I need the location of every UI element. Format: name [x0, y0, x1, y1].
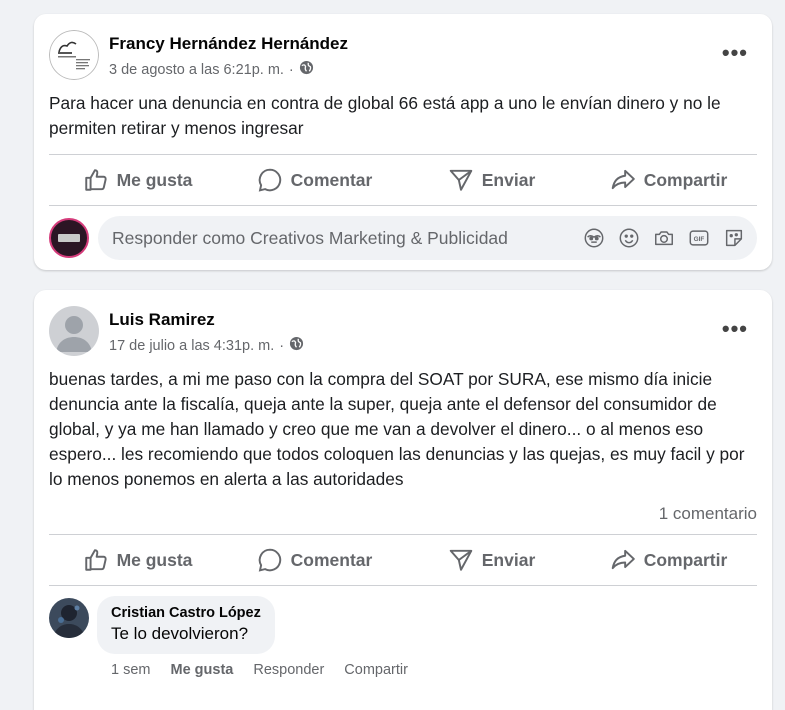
- comment-bubble: Cristian Castro López Te lo devolvieron?: [97, 596, 275, 654]
- send-button[interactable]: Enviar: [403, 155, 580, 205]
- more-options-button[interactable]: •••: [722, 316, 748, 342]
- like-button[interactable]: Me gusta: [49, 155, 226, 205]
- post-timestamp[interactable]: 17 de julio a las 4:31p. m.: [109, 338, 274, 354]
- post-author[interactable]: Francy Hernández Hernández: [109, 34, 348, 54]
- share-arrow-icon: [611, 169, 635, 190]
- comment-actions: 1 sem Me gusta Responder Compartir: [111, 662, 408, 678]
- divider: [49, 585, 757, 586]
- commenter-name[interactable]: Cristian Castro López: [111, 605, 261, 621]
- globe-icon: [299, 60, 314, 79]
- author-avatar[interactable]: [49, 30, 99, 80]
- send-icon: [449, 169, 473, 191]
- share-arrow-icon: [611, 549, 635, 570]
- gif-icon[interactable]: GIF: [688, 227, 710, 249]
- more-options-button[interactable]: •••: [722, 40, 748, 66]
- send-icon: [449, 549, 473, 571]
- thumbs-up-icon: [84, 169, 107, 191]
- post-text: Para hacer una denuncia en contra de glo…: [49, 93, 721, 138]
- post-card: Francy Hernández Hernández 3 de agosto a…: [34, 14, 772, 270]
- emoji-icon[interactable]: [618, 227, 640, 249]
- reply-box: GIF: [98, 216, 757, 260]
- post-text: buenas tardes, a mi me paso con la compr…: [49, 369, 745, 489]
- send-button[interactable]: Enviar: [403, 535, 580, 585]
- post-meta: 17 de julio a las 4:31p. m. ·: [109, 336, 304, 355]
- comment-icon: [258, 168, 281, 192]
- avatar-sticker-icon[interactable]: [583, 227, 605, 249]
- comment-share-button[interactable]: Compartir: [344, 662, 408, 678]
- post-actions: Me gusta Comentar Enviar Compartir: [49, 155, 757, 205]
- comment-like-button[interactable]: Me gusta: [171, 662, 234, 678]
- comment-button[interactable]: Comentar: [226, 535, 403, 585]
- comment-time[interactable]: 1 sem: [111, 662, 151, 678]
- share-button[interactable]: Compartir: [580, 535, 757, 585]
- like-button[interactable]: Me gusta: [49, 535, 226, 585]
- divider: [49, 205, 757, 206]
- reply-row: GIF: [49, 216, 757, 260]
- comment-count-link[interactable]: 1 comentario: [659, 504, 757, 524]
- author-avatar[interactable]: [49, 306, 99, 356]
- page-avatar[interactable]: [49, 218, 89, 258]
- post-meta: 3 de agosto a las 6:21p. m. ·: [109, 60, 314, 79]
- post-timestamp[interactable]: 3 de agosto a las 6:21p. m.: [109, 62, 284, 78]
- post-author[interactable]: Luis Ramirez: [109, 310, 215, 330]
- globe-icon: [289, 336, 304, 355]
- sticker-icon[interactable]: [723, 227, 745, 249]
- reply-input[interactable]: [112, 216, 552, 260]
- thumbs-up-icon: [84, 549, 107, 571]
- share-button[interactable]: Compartir: [580, 155, 757, 205]
- post-card: Luis Ramirez 17 de julio a las 4:31p. m.…: [34, 290, 772, 710]
- reply-tools: GIF: [583, 227, 745, 249]
- camera-icon[interactable]: [653, 227, 675, 249]
- post-actions: Me gusta Comentar Enviar Compartir: [49, 535, 757, 585]
- svg-text:GIF: GIF: [694, 236, 705, 243]
- comment-icon: [258, 548, 281, 572]
- comment-button[interactable]: Comentar: [226, 155, 403, 205]
- commenter-avatar[interactable]: [49, 598, 89, 638]
- comment-text: Te lo devolvieron?: [111, 624, 249, 643]
- comment-reply-button[interactable]: Responder: [253, 662, 324, 678]
